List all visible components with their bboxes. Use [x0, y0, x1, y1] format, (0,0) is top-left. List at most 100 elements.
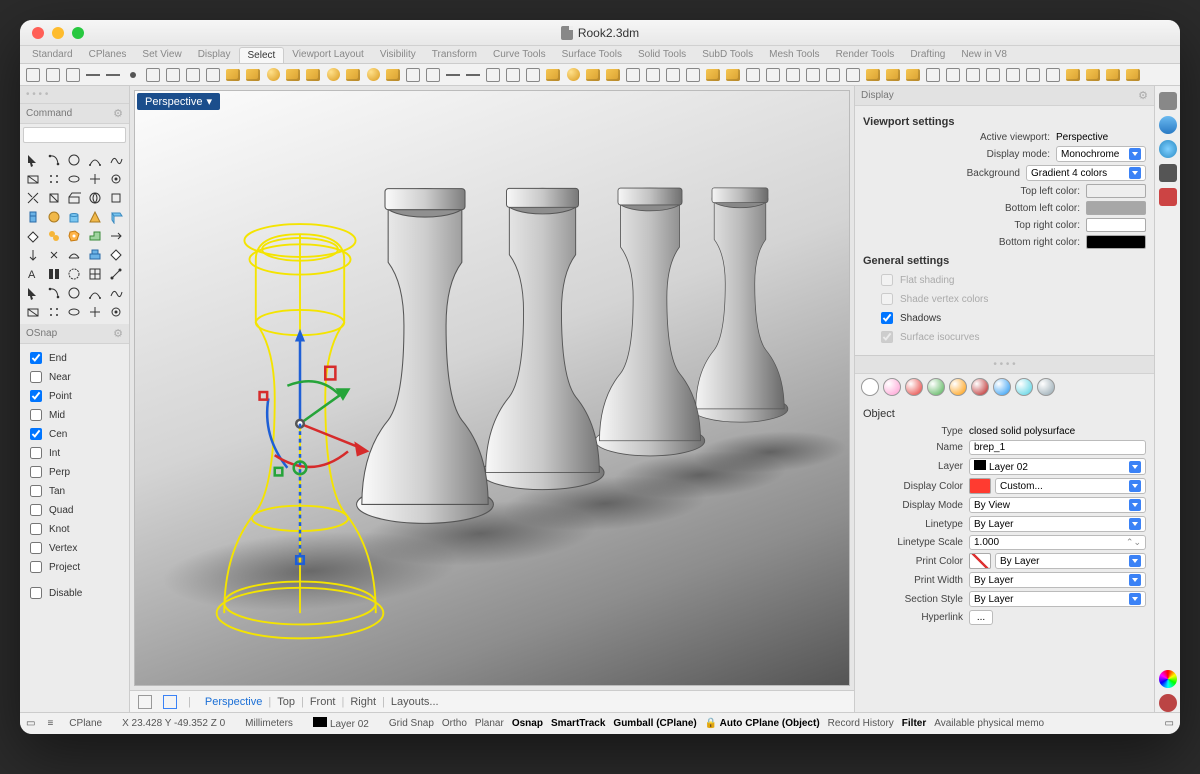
toolbar-button-21[interactable] — [444, 66, 462, 84]
material-swatch-5[interactable] — [971, 378, 989, 396]
toolbar-button-55[interactable] — [1124, 66, 1142, 84]
ribbon-tab-standard[interactable]: Standard — [24, 47, 81, 62]
obj-pcolor-select[interactable]: By Layer — [995, 553, 1146, 569]
ribbon-tab-cplanes[interactable]: CPlanes — [81, 47, 135, 62]
tool-button-43[interactable] — [85, 303, 105, 321]
panel-environment-icon[interactable] — [1159, 140, 1177, 158]
obj-pwidth-select[interactable]: By Layer — [969, 572, 1146, 588]
close-window-icon[interactable] — [32, 27, 44, 39]
viewport-label[interactable]: Perspective ▾ — [137, 93, 220, 110]
tool-button-11[interactable] — [44, 189, 64, 207]
toolbar-button-40[interactable] — [824, 66, 842, 84]
status-available-physical-memo[interactable]: Available physical memo — [930, 717, 1048, 730]
tool-button-17[interactable] — [65, 208, 85, 226]
tool-button-26[interactable] — [44, 246, 64, 264]
toolbar-button-27[interactable] — [564, 66, 582, 84]
status-layer[interactable]: Layer 02 — [309, 716, 373, 731]
tool-button-37[interactable] — [65, 284, 85, 302]
ribbon-tab-transform[interactable]: Transform — [424, 47, 485, 62]
ribbon-tab-select[interactable]: Select — [239, 47, 285, 63]
status-record-history[interactable]: Record History — [824, 717, 898, 730]
material-swatch-4[interactable] — [949, 378, 967, 396]
obj-layer-select[interactable]: Layer 02 — [969, 458, 1146, 475]
toolbar-button-16[interactable] — [344, 66, 362, 84]
toolbar-button-49[interactable] — [1004, 66, 1022, 84]
tool-button-5[interactable] — [23, 170, 43, 188]
toolbar-button-17[interactable] — [364, 66, 382, 84]
toolbar-button-53[interactable] — [1084, 66, 1102, 84]
tool-button-34[interactable] — [106, 265, 126, 283]
gear-icon[interactable]: ⚙ — [1138, 89, 1148, 102]
tool-button-27[interactable] — [65, 246, 85, 264]
tool-button-23[interactable] — [85, 227, 105, 245]
toolbar-button-42[interactable] — [864, 66, 882, 84]
toolbar-button-35[interactable] — [724, 66, 742, 84]
tool-button-33[interactable] — [85, 265, 105, 283]
ribbon-tab-set-view[interactable]: Set View — [134, 47, 189, 62]
sidebar-right-toggle-icon[interactable]: ▭ — [1165, 718, 1174, 729]
toolbar-button-15[interactable] — [324, 66, 342, 84]
material-swatch-0[interactable] — [861, 378, 879, 396]
minimize-window-icon[interactable] — [52, 27, 64, 39]
panel-materials-icon[interactable] — [1159, 188, 1177, 206]
toolbar-button-24[interactable] — [504, 66, 522, 84]
viewport-tab-top[interactable]: Top — [271, 694, 301, 710]
status-gumball-cplane-[interactable]: Gumball (CPlane) — [609, 717, 700, 730]
osnap-near[interactable]: Near — [26, 368, 123, 386]
sidebar-toggle-icon[interactable]: ▭ — [26, 718, 35, 729]
osnap-point[interactable]: Point — [26, 387, 123, 405]
tool-button-19[interactable] — [106, 208, 126, 226]
toolbar-button-32[interactable] — [664, 66, 682, 84]
viewport-tab-front[interactable]: Front — [304, 694, 342, 710]
panel-properties-icon[interactable] — [1159, 694, 1177, 712]
toolbar-button-18[interactable] — [384, 66, 402, 84]
tool-button-42[interactable] — [65, 303, 85, 321]
osnap-knot[interactable]: Knot — [26, 520, 123, 538]
tool-button-44[interactable] — [106, 303, 126, 321]
ribbon-tab-render-tools[interactable]: Render Tools — [828, 47, 903, 62]
display-color-swatch[interactable] — [969, 478, 991, 494]
toolbar-button-44[interactable] — [904, 66, 922, 84]
display-mode-select[interactable]: Monochrome — [1056, 146, 1146, 162]
toolbar-button-33[interactable] — [684, 66, 702, 84]
layout-single-icon[interactable] — [163, 695, 177, 709]
osnap-int[interactable]: Int — [26, 444, 123, 462]
tool-button-36[interactable] — [44, 284, 64, 302]
ribbon-tab-solid-tools[interactable]: Solid Tools — [630, 47, 694, 62]
toolbar-button-14[interactable] — [304, 66, 322, 84]
osnap-vertex[interactable]: Vertex — [26, 539, 123, 557]
tool-button-21[interactable] — [44, 227, 64, 245]
material-swatch-7[interactable] — [1015, 378, 1033, 396]
tool-button-24[interactable] — [106, 227, 126, 245]
tool-button-32[interactable] — [65, 265, 85, 283]
tool-button-22[interactable] — [65, 227, 85, 245]
command-input[interactable] — [23, 127, 126, 143]
tool-button-31[interactable] — [44, 265, 64, 283]
tool-button-29[interactable] — [106, 246, 126, 264]
status-auto-cplane-object-[interactable]: 🔒 Auto CPlane (Object) — [701, 717, 824, 730]
toolbar-button-28[interactable] — [584, 66, 602, 84]
panel-colorwheel-icon[interactable] — [1159, 670, 1177, 688]
obj-linetype-select[interactable]: By Layer — [969, 516, 1146, 532]
tool-button-3[interactable] — [85, 151, 105, 169]
toolbar-button-4[interactable] — [104, 66, 122, 84]
ribbon-tab-drafting[interactable]: Drafting — [902, 47, 953, 62]
tool-button-10[interactable] — [23, 189, 43, 207]
toolbar-button-22[interactable] — [464, 66, 482, 84]
ribbon-tab-surface-tools[interactable]: Surface Tools — [554, 47, 630, 62]
toolbar-button-8[interactable] — [184, 66, 202, 84]
toolbar-button-30[interactable] — [624, 66, 642, 84]
tool-button-35[interactable] — [23, 284, 43, 302]
toolbar-button-19[interactable] — [404, 66, 422, 84]
toolbar-button-3[interactable] — [84, 66, 102, 84]
toolbar-button-37[interactable] — [764, 66, 782, 84]
tool-button-12[interactable] — [65, 189, 85, 207]
obj-section-select[interactable]: By Layer — [969, 591, 1146, 607]
rook-1-selected[interactable] — [175, 171, 425, 651]
toolbar-button-11[interactable] — [244, 66, 262, 84]
color-swatch[interactable] — [1086, 184, 1146, 198]
tool-button-6[interactable] — [44, 170, 64, 188]
toolbar-button-31[interactable] — [644, 66, 662, 84]
zoom-window-icon[interactable] — [72, 27, 84, 39]
tool-button-9[interactable] — [106, 170, 126, 188]
